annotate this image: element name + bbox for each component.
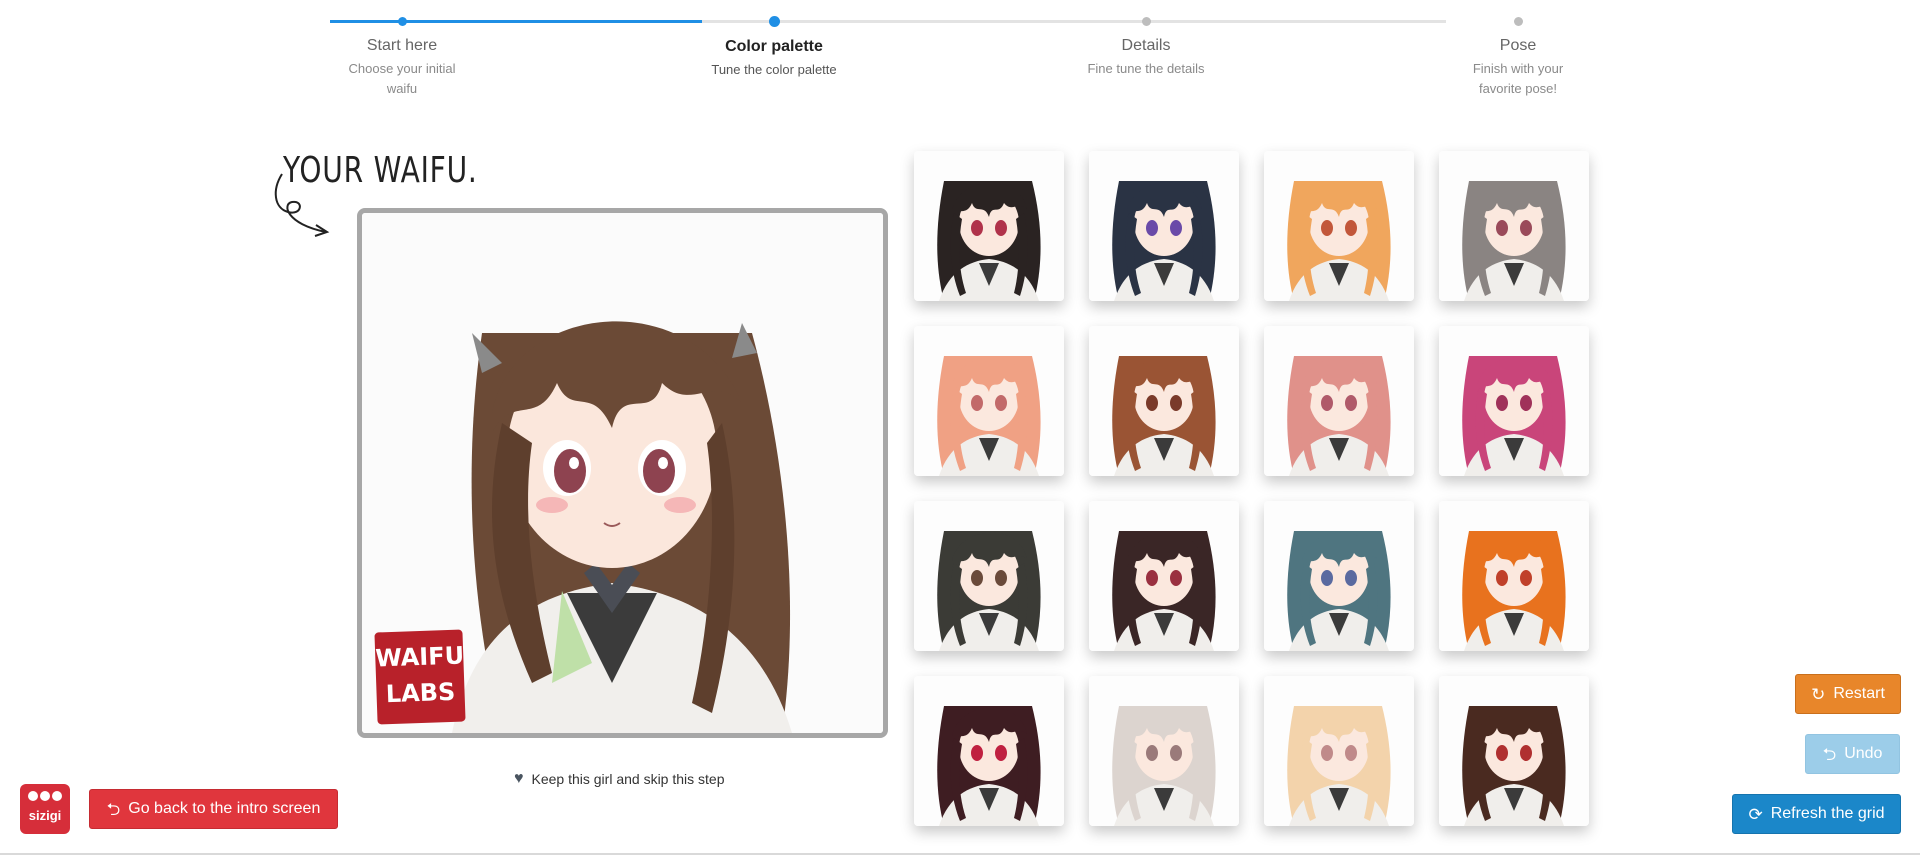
- waifu-variant-image: [914, 151, 1064, 301]
- waifu-variant-tile[interactable]: [914, 151, 1064, 301]
- waifu-variant-tile[interactable]: [1264, 151, 1414, 301]
- waifu-variant-tile[interactable]: [1264, 326, 1414, 476]
- undo-label: Undo: [1844, 745, 1883, 762]
- waifu-labs-logo: WAIFU LABS: [374, 629, 466, 725]
- waifu-variant-tile[interactable]: [1439, 501, 1589, 651]
- waifu-variant-image: [1089, 676, 1239, 826]
- waifu-variant-tile[interactable]: [914, 676, 1064, 826]
- waifu-variant-image: [1439, 326, 1589, 476]
- waifu-variant-image: [1264, 501, 1414, 651]
- waifu-variant-image: [1264, 326, 1414, 476]
- step-subtitle: Fine tune the details: [1087, 61, 1205, 76]
- step-pose[interactable]: Pose Finish with your favorite pose!: [1428, 0, 1608, 99]
- back-to-intro-label: Go back to the intro screen: [128, 800, 321, 817]
- step-title: Pose: [1499, 37, 1537, 54]
- waifu-portrait-frame: WAIFU LABS: [357, 208, 888, 738]
- refresh-grid-label: Refresh the grid: [1770, 805, 1885, 822]
- restart-button[interactable]: ↻ Restart: [1795, 674, 1901, 714]
- restart-icon: ↻: [1811, 684, 1826, 704]
- waifu-variant-image: [1264, 151, 1414, 301]
- waifu-variant-image: [1264, 676, 1414, 826]
- palette-grid: [914, 151, 1590, 826]
- step-title: Start here: [366, 37, 438, 54]
- waifu-variant-image: [914, 676, 1064, 826]
- step-dot: [768, 16, 780, 27]
- waifu-variant-tile[interactable]: [1089, 326, 1239, 476]
- undo-button[interactable]: ⮌ Undo: [1805, 734, 1900, 774]
- waifu-variant-tile[interactable]: [1089, 501, 1239, 651]
- waifu-variant-tile[interactable]: [914, 326, 1064, 476]
- waifu-variant-tile[interactable]: [1089, 676, 1239, 826]
- waifu-variant-image: [1439, 501, 1589, 651]
- refresh-icon: ⟳: [1748, 804, 1763, 824]
- step-dot: [1513, 17, 1523, 26]
- back-to-intro-button[interactable]: ⮌ Go back to the intro screen: [89, 789, 338, 829]
- keep-girl-label: Keep this girl and skip this step: [531, 771, 725, 787]
- waifu-variant-tile[interactable]: [914, 501, 1064, 651]
- refresh-grid-button[interactable]: ⟳ Refresh the grid: [1732, 794, 1901, 834]
- curly-arrow-icon: [274, 173, 330, 237]
- logo-line2: LABS: [385, 677, 456, 709]
- back-arrow-icon: ⮌: [106, 799, 121, 819]
- waifu-variant-image: [1439, 676, 1589, 826]
- waifu-variant-tile[interactable]: [1439, 676, 1589, 826]
- undo-icon: ⮌: [1822, 744, 1837, 764]
- waifu-variant-image: [914, 501, 1064, 651]
- step-dot: [397, 17, 407, 26]
- step-details[interactable]: Details Fine tune the details: [1056, 0, 1236, 79]
- waifu-variant-tile[interactable]: [1089, 151, 1239, 301]
- waifu-variant-tile[interactable]: [1439, 151, 1589, 301]
- heart-icon: ♥: [514, 770, 524, 787]
- waifu-variant-image: [914, 326, 1064, 476]
- sizigi-logo[interactable]: sizigi: [20, 784, 70, 834]
- waifu-variant-tile[interactable]: [1264, 501, 1414, 651]
- step-subtitle: Choose your initial waifu: [348, 61, 456, 96]
- step-title: Color palette: [725, 38, 823, 55]
- logo-line1: WAIFU: [374, 641, 465, 673]
- waifu-variant-image: [1089, 326, 1239, 476]
- waifu-variant-tile[interactable]: [1264, 676, 1414, 826]
- step-subtitle: Finish with your favorite pose!: [1472, 61, 1564, 96]
- waifu-variant-image: [1089, 151, 1239, 301]
- step-dot: [1141, 17, 1151, 26]
- restart-label: Restart: [1833, 685, 1885, 702]
- step-subtitle: Tune the color palette: [711, 62, 837, 77]
- step-start-here[interactable]: Start here Choose your initial waifu: [312, 0, 492, 99]
- step-title: Details: [1121, 37, 1171, 54]
- sizigi-logo-text: sizigi: [28, 808, 62, 823]
- progress-stepper: Start here Choose your initial waifu Col…: [330, 0, 1563, 110]
- waifu-variant-image: [1439, 151, 1589, 301]
- keep-girl-link[interactable]: ♥ Keep this girl and skip this step: [514, 770, 725, 788]
- waifu-variant-tile[interactable]: [1439, 326, 1589, 476]
- step-color-palette[interactable]: Color palette Tune the color palette: [684, 0, 864, 80]
- waifu-variant-image: [1089, 501, 1239, 651]
